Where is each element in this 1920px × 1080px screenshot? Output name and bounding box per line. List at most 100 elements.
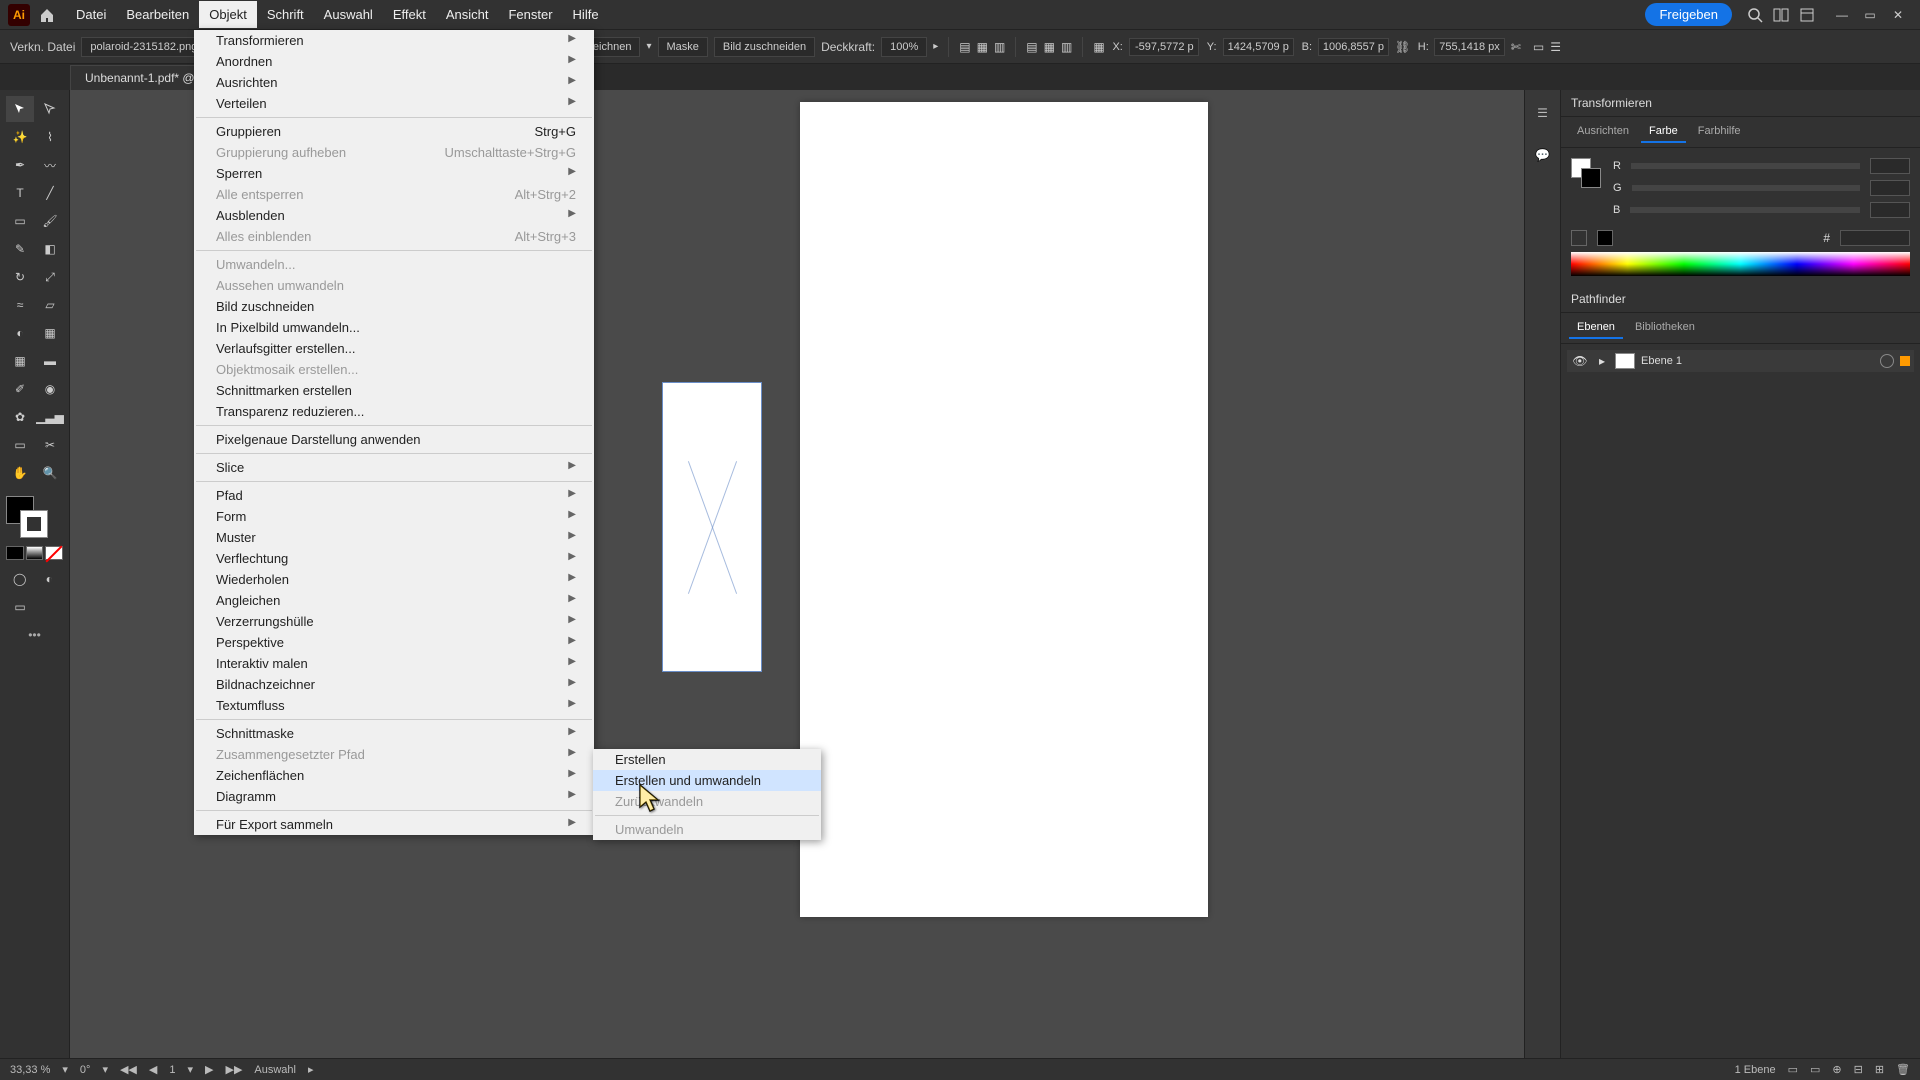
perspective-grid-tool-icon[interactable]: ▦ <box>36 320 64 346</box>
width-tool-icon[interactable]: ≈ <box>6 292 34 318</box>
eyedropper-tool-icon[interactable]: ✐ <box>6 376 34 402</box>
menu-verflechtung[interactable]: Verflechtung▶ <box>194 548 594 569</box>
curvature-tool-icon[interactable]: 〰 <box>36 152 64 178</box>
blend-tool-icon[interactable]: ◉ <box>36 376 64 402</box>
minimize-icon[interactable]: — <box>1828 5 1856 25</box>
menu-in-pixelbild[interactable]: In Pixelbild umwandeln... <box>194 317 594 338</box>
menu-wiederholen[interactable]: Wiederholen▶ <box>194 569 594 590</box>
submenu-erstellen[interactable]: Erstellen <box>593 749 821 770</box>
artboard-nav-next-icon[interactable]: ▶▶ <box>225 1063 242 1076</box>
menu-objekt[interactable]: Objekt <box>199 1 257 28</box>
menu-diagramm[interactable]: Diagramm▶ <box>194 786 594 807</box>
artboard-number[interactable]: 1 <box>169 1064 175 1076</box>
selection-tool-icon[interactable] <box>6 96 34 122</box>
opacity-value[interactable]: 100% <box>881 37 927 57</box>
menu-zusammengesetzter-pfad[interactable]: Zusammengesetzter Pfad▶ <box>194 744 594 765</box>
hand-tool-icon[interactable]: ✋ <box>6 460 34 486</box>
layers-icon-5[interactable]: ⊞ <box>1875 1063 1884 1076</box>
w-value[interactable]: 1006,8557 p <box>1318 38 1389 56</box>
placed-image[interactable] <box>662 382 762 672</box>
mesh-tool-icon[interactable]: ▦ <box>6 348 34 374</box>
menu-bild-zuschneiden[interactable]: Bild zuschneiden <box>194 296 594 317</box>
menu-bearbeiten[interactable]: Bearbeiten <box>116 1 199 28</box>
submenu-erstellen-umwandeln[interactable]: Erstellen und umwandeln <box>593 770 821 791</box>
graph-tool-icon[interactable]: ▁▃▅ <box>36 404 64 430</box>
menu-fuer-export[interactable]: Für Export sammeln▶ <box>194 814 594 835</box>
color-mode-icon[interactable] <box>6 546 24 560</box>
y-value[interactable]: 1424,5709 p <box>1223 38 1294 56</box>
magic-wand-tool-icon[interactable]: ✨ <box>6 124 34 150</box>
menu-slice[interactable]: Slice▶ <box>194 457 594 478</box>
tab-farbe[interactable]: Farbe <box>1641 121 1686 143</box>
artboard-nav-back-icon[interactable]: ◀ <box>149 1063 157 1076</box>
menu-bildnachzeichner[interactable]: Bildnachzeichner▶ <box>194 674 594 695</box>
layers-icon-1[interactable]: ▭ <box>1788 1063 1798 1076</box>
menu-transparenz[interactable]: Transparenz reduzieren... <box>194 401 594 422</box>
pathfinder-panel-header[interactable]: Pathfinder <box>1561 286 1920 313</box>
eraser-tool-icon[interactable]: ◧ <box>36 236 64 262</box>
link-wh-icon[interactable]: ⛓ <box>1395 40 1410 54</box>
close-icon[interactable]: ✕ <box>1884 5 1912 25</box>
type-tool-icon[interactable]: T <box>6 180 34 206</box>
slice-tool-icon[interactable]: ✂ <box>36 432 64 458</box>
menu-auswahl[interactable]: Auswahl <box>314 1 383 28</box>
menu-effekt[interactable]: Effekt <box>383 1 436 28</box>
layers-icon-3[interactable]: ⊕ <box>1832 1063 1841 1076</box>
hex-value[interactable] <box>1840 230 1910 246</box>
artboard-tool-icon[interactable]: ▭ <box>6 432 34 458</box>
fill-stroke-swatch[interactable] <box>6 496 50 540</box>
pen-tool-icon[interactable]: ✒ <box>6 152 34 178</box>
document-tab[interactable]: Unbenannt-1.pdf* @ <box>70 65 210 90</box>
tab-ausrichten[interactable]: Ausrichten <box>1569 121 1637 143</box>
gradient-tool-icon[interactable]: ▬ <box>36 348 64 374</box>
rotation-dropdown-icon[interactable]: ▾ <box>102 1063 108 1076</box>
layer-name[interactable]: Ebene 1 <box>1641 355 1874 367</box>
none-mode-icon[interactable] <box>45 546 63 560</box>
align-right-icon[interactable]: ▥ <box>994 40 1005 54</box>
gradient-mode-icon[interactable] <box>26 546 44 560</box>
menu-interaktiv-malen[interactable]: Interaktiv malen▶ <box>194 653 594 674</box>
menu-schnittmarken[interactable]: Schnittmarken erstellen <box>194 380 594 401</box>
crop-button[interactable]: Bild zuschneiden <box>714 37 815 57</box>
dropdown-arrow-icon[interactable]: ▾ <box>646 41 651 52</box>
shape-builder-tool-icon[interactable]: ◐ <box>6 320 34 346</box>
menu-pfad[interactable]: Pfad▶ <box>194 485 594 506</box>
menu-angleichen[interactable]: Angleichen▶ <box>194 590 594 611</box>
maximize-icon[interactable]: ▭ <box>1856 5 1884 25</box>
menu-ausblenden[interactable]: Ausblenden▶ <box>194 205 594 226</box>
menu-verzerrungshuelle[interactable]: Verzerrungshülle▶ <box>194 611 594 632</box>
opacity-arrow-icon[interactable]: ▸ <box>933 41 938 52</box>
line-tool-icon[interactable]: ╱ <box>36 180 64 206</box>
panel-toggle-icon[interactable]: ▭ <box>1533 40 1544 54</box>
workspace-icon[interactable] <box>1794 2 1820 28</box>
tab-bibliotheken[interactable]: Bibliotheken <box>1627 317 1703 339</box>
transform-ref-icon[interactable]: ▦ <box>1093 40 1104 54</box>
zoom-dropdown-icon[interactable]: ▾ <box>62 1063 68 1076</box>
menu-gruppieren[interactable]: GruppierenStrg+G <box>194 121 594 142</box>
zoom-tool-icon[interactable]: 🔍 <box>36 460 64 486</box>
artboard-nav-prev-icon[interactable]: ◀◀ <box>120 1063 137 1076</box>
comments-panel-icon[interactable]: 💬 <box>1532 144 1554 166</box>
menu-zeichenflaechen[interactable]: Zeichenflächen▶ <box>194 765 594 786</box>
lasso-tool-icon[interactable]: ⌇ <box>36 124 64 150</box>
align-top-icon[interactable]: ▤ <box>1026 40 1037 54</box>
symbol-sprayer-tool-icon[interactable]: ✿ <box>6 404 34 430</box>
align-middle-icon[interactable]: ▦ <box>1044 40 1055 54</box>
menu-fenster[interactable]: Fenster <box>498 1 562 28</box>
menu-schrift[interactable]: Schrift <box>257 1 314 28</box>
tab-ebenen[interactable]: Ebenen <box>1569 317 1623 339</box>
menu-ausrichten[interactable]: Ausrichten▶ <box>194 72 594 93</box>
rotation-value[interactable]: 0° <box>80 1064 91 1076</box>
draw-behind-icon[interactable]: ◐ <box>36 566 64 592</box>
properties-icon[interactable]: ☰ <box>1550 40 1561 54</box>
g-value[interactable] <box>1870 180 1910 196</box>
tab-farbhilfe[interactable]: Farbhilfe <box>1690 121 1749 143</box>
b-value[interactable] <box>1870 202 1910 218</box>
visibility-icon[interactable]: 👁 <box>1571 354 1589 368</box>
align-left-icon[interactable]: ▤ <box>959 40 970 54</box>
layers-icon-4[interactable]: ⊟ <box>1854 1063 1863 1076</box>
menu-schnittmaske[interactable]: Schnittmaske▶ <box>194 723 594 744</box>
status-dropdown-icon[interactable]: ▸ <box>308 1063 314 1076</box>
mask-button[interactable]: Maske <box>658 37 708 57</box>
shaper-tool-icon[interactable]: ✎ <box>6 236 34 262</box>
